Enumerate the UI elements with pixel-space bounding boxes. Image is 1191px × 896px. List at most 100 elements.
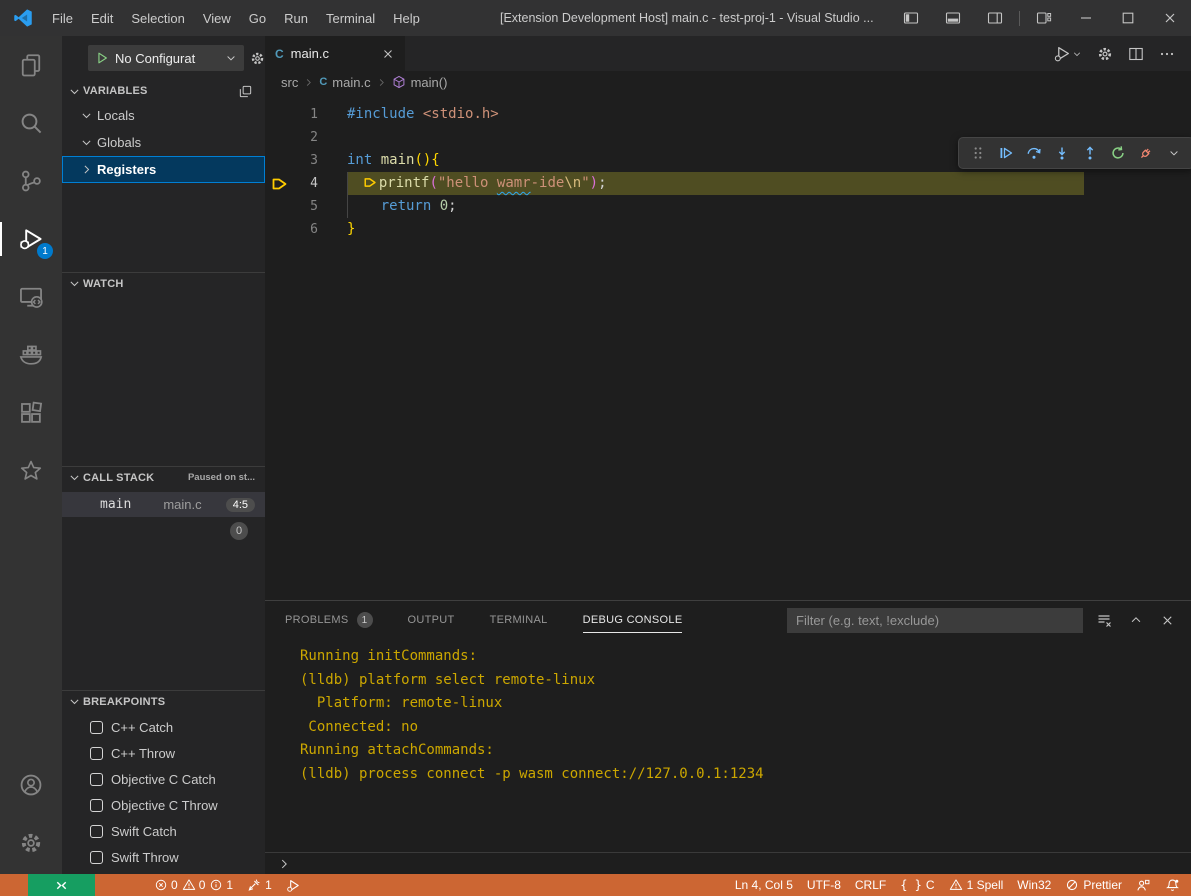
menu-go[interactable]: Go [240,0,275,36]
minimize-button[interactable] [1065,0,1107,36]
call-stack-section-header[interactable]: CALL STACK Paused on st... [62,466,265,488]
toolchain-status[interactable]: 1 [240,874,279,896]
breakpoint-objective-c-throw[interactable]: Objective C Throw [62,792,265,818]
menu-view[interactable]: View [194,0,240,36]
breakpoint-checkbox[interactable] [90,851,103,864]
breadcrumb-src[interactable]: src [281,75,298,90]
activity-account-button[interactable] [0,756,62,814]
continue-button[interactable] [992,140,1020,166]
breakpoint-margin[interactable] [265,126,295,149]
activity-search-button[interactable] [0,94,62,152]
clear-console-button[interactable] [1096,612,1112,628]
breakpoint-swift-catch[interactable]: Swift Catch [62,818,265,844]
step-over-button[interactable] [1020,140,1048,166]
remote-indicator[interactable] [28,874,95,896]
drag-grip-button[interactable] [964,140,992,166]
cursor-position[interactable]: Ln 4, Col 5 [728,874,800,896]
code-text[interactable]: printf("hello wamr-ide\n"); [347,172,1191,195]
restart-button[interactable] [1104,140,1132,166]
code-text[interactable]: #include <stdio.h> [347,103,1191,126]
watch-section-header[interactable]: WATCH [62,272,265,294]
eol-indicator[interactable]: CRLF [848,874,893,896]
maximize-panel-button[interactable] [1129,613,1143,627]
breakpoint-c-catch[interactable]: C++ Catch [62,714,265,740]
close-window-button[interactable] [1149,0,1191,36]
activity-debug-button[interactable]: 1 [0,210,62,268]
breakpoint-checkbox[interactable] [90,773,103,786]
layout-sidebar-left-button[interactable] [890,0,932,36]
step-out-button[interactable] [1076,140,1104,166]
close-panel-button[interactable] [1160,613,1175,628]
breakpoint-margin[interactable] [265,149,295,172]
code-text[interactable]: } [347,218,1191,241]
debug-config-dropdown[interactable]: No Configurat [88,45,244,71]
code-line-6[interactable]: 6} [265,218,1191,241]
breakpoint-margin[interactable] [265,103,295,126]
feedback-button[interactable] [1129,874,1158,896]
stack-frame-row[interactable]: main main.c 4:5 [62,492,265,517]
activity-remote-explorer-button[interactable] [0,268,62,326]
breakpoint-objective-c-catch[interactable]: Objective C Catch [62,766,265,792]
panel-tab-terminal[interactable]: TERMINAL [490,601,548,639]
code-line-5[interactable]: 5 return 0; [265,195,1191,218]
maximize-button[interactable] [1107,0,1149,36]
menu-edit[interactable]: Edit [82,0,122,36]
breakpoint-checkbox[interactable] [90,747,103,760]
layout-panel-button[interactable] [932,0,974,36]
editor-settings-button[interactable] [1097,46,1113,62]
activity-star-button[interactable] [0,442,62,500]
layout-sidebar-right-button[interactable] [974,0,1016,36]
menu-terminal[interactable]: Terminal [317,0,384,36]
variables-item-registers[interactable]: Registers [62,156,265,183]
code-line-4[interactable]: 4 printf("hello wamr-ide\n"); [265,172,1191,195]
menu-help[interactable]: Help [384,0,429,36]
breakpoint-checkbox[interactable] [90,721,103,734]
breakpoint-margin[interactable] [265,195,295,218]
run-or-debug-button[interactable] [1054,45,1082,62]
code-editor[interactable]: 1#include <stdio.h>23int main(){4 printf… [265,93,1191,600]
variables-item-globals[interactable]: Globals [62,129,265,156]
debug-settings-button[interactable] [250,51,265,66]
spell-status[interactable]: 1 Spell [942,874,1011,896]
formatter-status[interactable]: Prettier [1058,874,1129,896]
variables-section-header[interactable]: VARIABLES [62,80,265,102]
platform-indicator[interactable]: Win32 [1010,874,1058,896]
split-editor-button[interactable] [1128,46,1144,62]
panel-tab-problems[interactable]: PROBLEMS1 [285,601,373,639]
chevron-down-button[interactable] [1160,140,1188,166]
code-text[interactable]: return 0; [347,195,1191,218]
encoding-indicator[interactable]: UTF-8 [800,874,848,896]
breakpoint-margin[interactable] [265,172,295,195]
breakpoint-margin[interactable] [265,218,295,241]
activity-source-control-button[interactable] [0,152,62,210]
breakpoint-checkbox[interactable] [90,825,103,838]
breakpoint-c-throw[interactable]: C++ Throw [62,740,265,766]
step-into-button[interactable] [1048,140,1076,166]
debug-status[interactable] [279,874,308,896]
activity-extensions-button[interactable] [0,384,62,442]
disconnect-button[interactable] [1132,140,1160,166]
console-input-row[interactable] [265,852,1191,874]
activity-docker-button[interactable] [0,326,62,384]
activity-settings-gear-button[interactable] [0,814,62,872]
console-filter-input[interactable] [787,608,1083,633]
variables-item-locals[interactable]: Locals [62,102,265,129]
tab-main-c[interactable]: C main.c [265,36,405,71]
breakpoint-checkbox[interactable] [90,799,103,812]
more-actions-button[interactable] [1159,46,1175,62]
breadcrumb-file[interactable]: main.c [332,75,370,90]
menu-run[interactable]: Run [275,0,317,36]
panel-tab-debug-console[interactable]: DEBUG CONSOLE [583,601,683,639]
panel-tab-output[interactable]: OUTPUT [408,601,455,639]
breadcrumb-symbol[interactable]: main() [411,75,448,90]
menu-file[interactable]: File [43,0,82,36]
customize-layout-button[interactable] [1023,0,1065,36]
code-line-1[interactable]: 1#include <stdio.h> [265,103,1191,126]
menu-selection[interactable]: Selection [122,0,193,36]
breakpoints-section-header[interactable]: BREAKPOINTS [62,690,265,712]
close-tab-button[interactable] [381,47,395,61]
notifications-bell[interactable] [1158,874,1187,896]
language-mode[interactable]: { } C [893,874,941,896]
breakpoint-swift-throw[interactable]: Swift Throw [62,844,265,870]
problems-status[interactable]: 0 0 1 [147,874,240,896]
